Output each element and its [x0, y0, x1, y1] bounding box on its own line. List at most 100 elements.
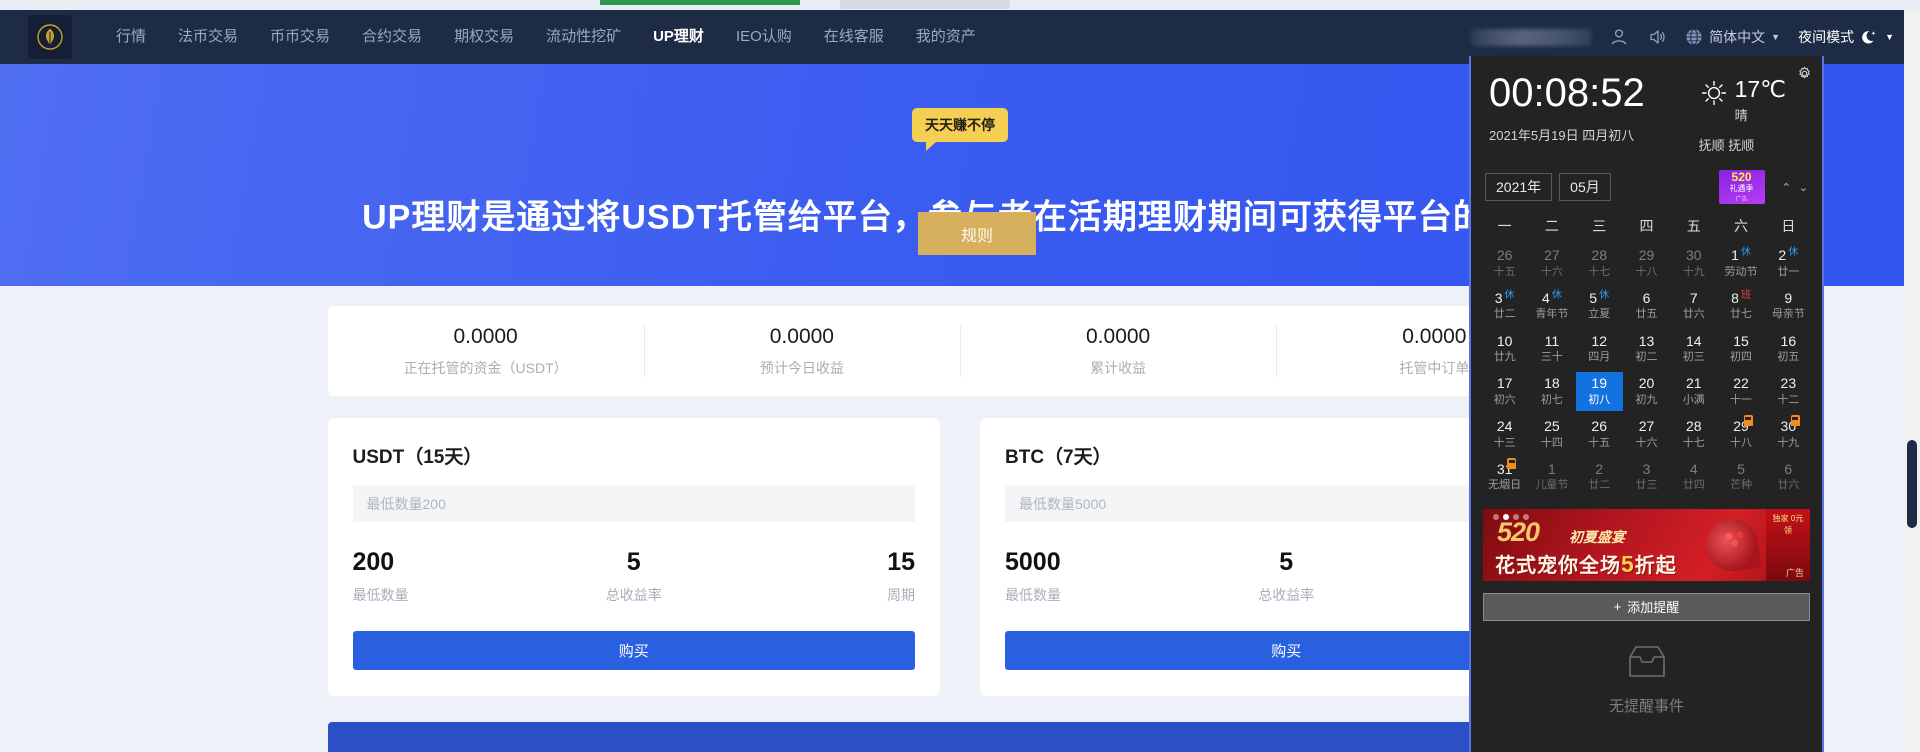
calendar-day-cell[interactable]: 2 廿二 [1576, 458, 1623, 497]
calendar-lunar-label: 廿五 [1635, 308, 1658, 321]
scrollbar-thumb[interactable] [1907, 440, 1917, 528]
calendar-day-cell[interactable]: 3 廿三 [1623, 458, 1670, 497]
banner-ad-subtitle: 初夏盛宴 [1569, 528, 1625, 545]
inbox-icon [1628, 645, 1665, 677]
calendar-day-cell[interactable]: 30 十九 [1670, 244, 1717, 283]
calendar-day-cell[interactable]: 8 班廿七 [1717, 287, 1764, 326]
calendar-year-selector[interactable]: 2021年 [1485, 173, 1553, 201]
nav-link-up-finance[interactable]: UP理财 [637, 10, 720, 64]
calendar-day-cell[interactable]: 21 小满 [1670, 372, 1717, 411]
moon-icon [1862, 30, 1876, 44]
nav-link-coin-trade[interactable]: 币币交易 [254, 10, 346, 64]
stat-total-earnings: 0.0000 累计收益 [960, 325, 1276, 378]
nav-link-ieo[interactable]: IEO认购 [720, 10, 808, 64]
calendar-lunar-label: 立夏 [1588, 308, 1611, 321]
calendar-day-cell[interactable]: 5 休立夏 [1576, 287, 1623, 326]
calendar-day-cell[interactable]: 7 廿六 [1670, 287, 1717, 326]
calendar-lunar-label: 廿六 [1682, 308, 1705, 321]
calendar-day-cell[interactable]: 1 休劳动节 [1717, 244, 1764, 283]
calendar-day-cell[interactable]: 4 廿四 [1670, 458, 1717, 497]
calendar-day-number: 3 [1642, 460, 1651, 477]
calendar-day-cell[interactable]: 14 初三 [1670, 330, 1717, 369]
nav-link-liquidity-mining[interactable]: 流动性挖矿 [530, 10, 637, 64]
calendar-lunar-label: 十四 [1540, 436, 1563, 449]
chevron-down-icon: ▼ [1771, 32, 1781, 42]
nav-link-support[interactable]: 在线客服 [808, 10, 900, 64]
calendar-day-cell[interactable]: 11 三十 [1528, 330, 1575, 369]
nav-link-my-assets[interactable]: 我的资产 [900, 10, 992, 64]
calendar-day-cell[interactable]: 12 四月 [1576, 330, 1623, 369]
calendar-day-cell[interactable]: 2 休廿一 [1765, 244, 1812, 283]
calendar-day-cell[interactable]: 31 无烟日 [1481, 457, 1528, 497]
calendar-lunar-label: 廿九 [1493, 351, 1516, 364]
chevron-down-icon-calendar[interactable]: ⌄ [1799, 181, 1808, 194]
restday-mark: 休 [1599, 289, 1610, 301]
calendar-day-number: 30 [1780, 418, 1797, 435]
calendar-day-cell[interactable]: 20 初九 [1623, 372, 1670, 411]
calendar-day-cell[interactable]: 29 十八 [1717, 415, 1764, 454]
calendar-day-number: 11 [1544, 332, 1560, 349]
calendar-month-selector[interactable]: 05月 [1559, 173, 1611, 201]
calendar-day-cell[interactable]: 19 初八 [1575, 372, 1623, 412]
calendar-day-cell[interactable]: 23 十二 [1765, 372, 1812, 411]
calendar-day-cell[interactable]: 24 十三 [1481, 415, 1528, 454]
calendar-day-cell[interactable]: 28 十七 [1576, 244, 1623, 283]
calendar-day-cell[interactable]: 16 初五 [1765, 330, 1812, 369]
calendar-ad-title: 520 [1731, 170, 1752, 185]
sun-icon [1701, 80, 1726, 106]
calendar-day-cell[interactable]: 6 廿六 [1765, 458, 1812, 497]
nav-link-option-trade[interactable]: 期权交易 [438, 10, 530, 64]
plus-icon: + [1613, 599, 1622, 615]
quantity-input-usdt[interactable] [352, 485, 915, 522]
browser-tab-inactive[interactable] [840, 0, 1010, 9]
calendar-day-cell[interactable]: 28 十七 [1670, 415, 1717, 454]
promo-banner-ad[interactable]: 520 初夏盛宴 花式宠你全场5折起 独家 0元 领 广告 [1483, 508, 1810, 581]
rule-button[interactable]: 规则 [918, 212, 1036, 255]
calendar-week-row: 10 廿九 11 三十 12 四月 13 初二 14 初三 15 初四 16 初五 [1471, 330, 1822, 373]
calendar-day-cell[interactable]: 6 廿五 [1623, 287, 1670, 326]
calendar-day-number: 13 [1638, 332, 1655, 349]
chevron-up-icon[interactable]: ⌃ [1782, 181, 1791, 194]
calendar-day-cell[interactable]: 13 初二 [1623, 330, 1670, 369]
calendar-day-number: 7 [1689, 289, 1698, 306]
calendar-day-cell[interactable]: 5 芒种 [1717, 458, 1764, 497]
calendar-day-cell[interactable]: 30 十九 [1765, 415, 1812, 454]
metric-total-yield: 5 总收益率 [1193, 548, 1381, 605]
calendar-day-cell[interactable]: 26 十五 [1576, 415, 1623, 454]
calendar-day-cell[interactable]: 29 十八 [1623, 244, 1670, 283]
calendar-day-cell[interactable]: 22 十一 [1717, 372, 1764, 411]
calendar-day-cell[interactable]: 27 十六 [1528, 244, 1575, 283]
user-icon[interactable] [1609, 27, 1629, 47]
calendar-day-cell[interactable]: 15 初四 [1717, 330, 1764, 369]
metric-label: 最低数量 [1005, 587, 1061, 603]
calendar-day-cell[interactable]: 9 母亲节 [1765, 287, 1812, 326]
calendar-day-cell[interactable]: 1 儿童节 [1528, 458, 1575, 497]
nav-link-market[interactable]: 行情 [100, 10, 162, 64]
nav-link-fiat-trade[interactable]: 法币交易 [162, 10, 254, 64]
calendar-day-cell[interactable]: 3 休廿二 [1481, 287, 1528, 326]
gear-icon[interactable] [1797, 66, 1812, 84]
calendar-day-number: 1休 [1731, 247, 1751, 263]
calendar-lunar-label: 十二 [1777, 393, 1800, 406]
speaker-icon[interactable] [1647, 27, 1667, 47]
night-mode-selector[interactable]: 夜间模式 ▼ [1798, 27, 1894, 47]
calendar-day-cell[interactable]: 26 十五 [1481, 244, 1528, 283]
calendar-lunar-label: 初二 [1635, 351, 1658, 364]
calendar-day-number: 4 [1689, 460, 1698, 477]
site-logo[interactable] [28, 15, 72, 59]
nav-link-contract-trade[interactable]: 合约交易 [346, 10, 438, 64]
page-scrollbar[interactable] [1904, 10, 1920, 752]
calendar-day-cell[interactable]: 25 十四 [1528, 415, 1575, 454]
language-selector[interactable]: 简体中文 ▼ [1685, 27, 1780, 47]
metric-period: 15 周期 [728, 548, 915, 605]
calendar-day-cell[interactable]: 18 初七 [1528, 372, 1575, 411]
calendar-inline-ad[interactable]: 520 礼遇季 广告 [1718, 170, 1765, 204]
calendar-day-cell[interactable]: 17 初六 [1481, 372, 1528, 411]
calendar-day-cell[interactable]: 10 廿九 [1481, 330, 1528, 369]
add-reminder-button[interactable]: + 添加提醒 [1483, 592, 1810, 621]
restday-mark: 休 [1788, 247, 1799, 258]
calendar-day-cell[interactable]: 27 十六 [1623, 415, 1670, 454]
buy-button-usdt[interactable]: 购买 [352, 631, 915, 670]
calendar-day-cell[interactable]: 4 休青年节 [1528, 287, 1575, 326]
calendar-lunar-label: 十九 [1777, 436, 1800, 449]
